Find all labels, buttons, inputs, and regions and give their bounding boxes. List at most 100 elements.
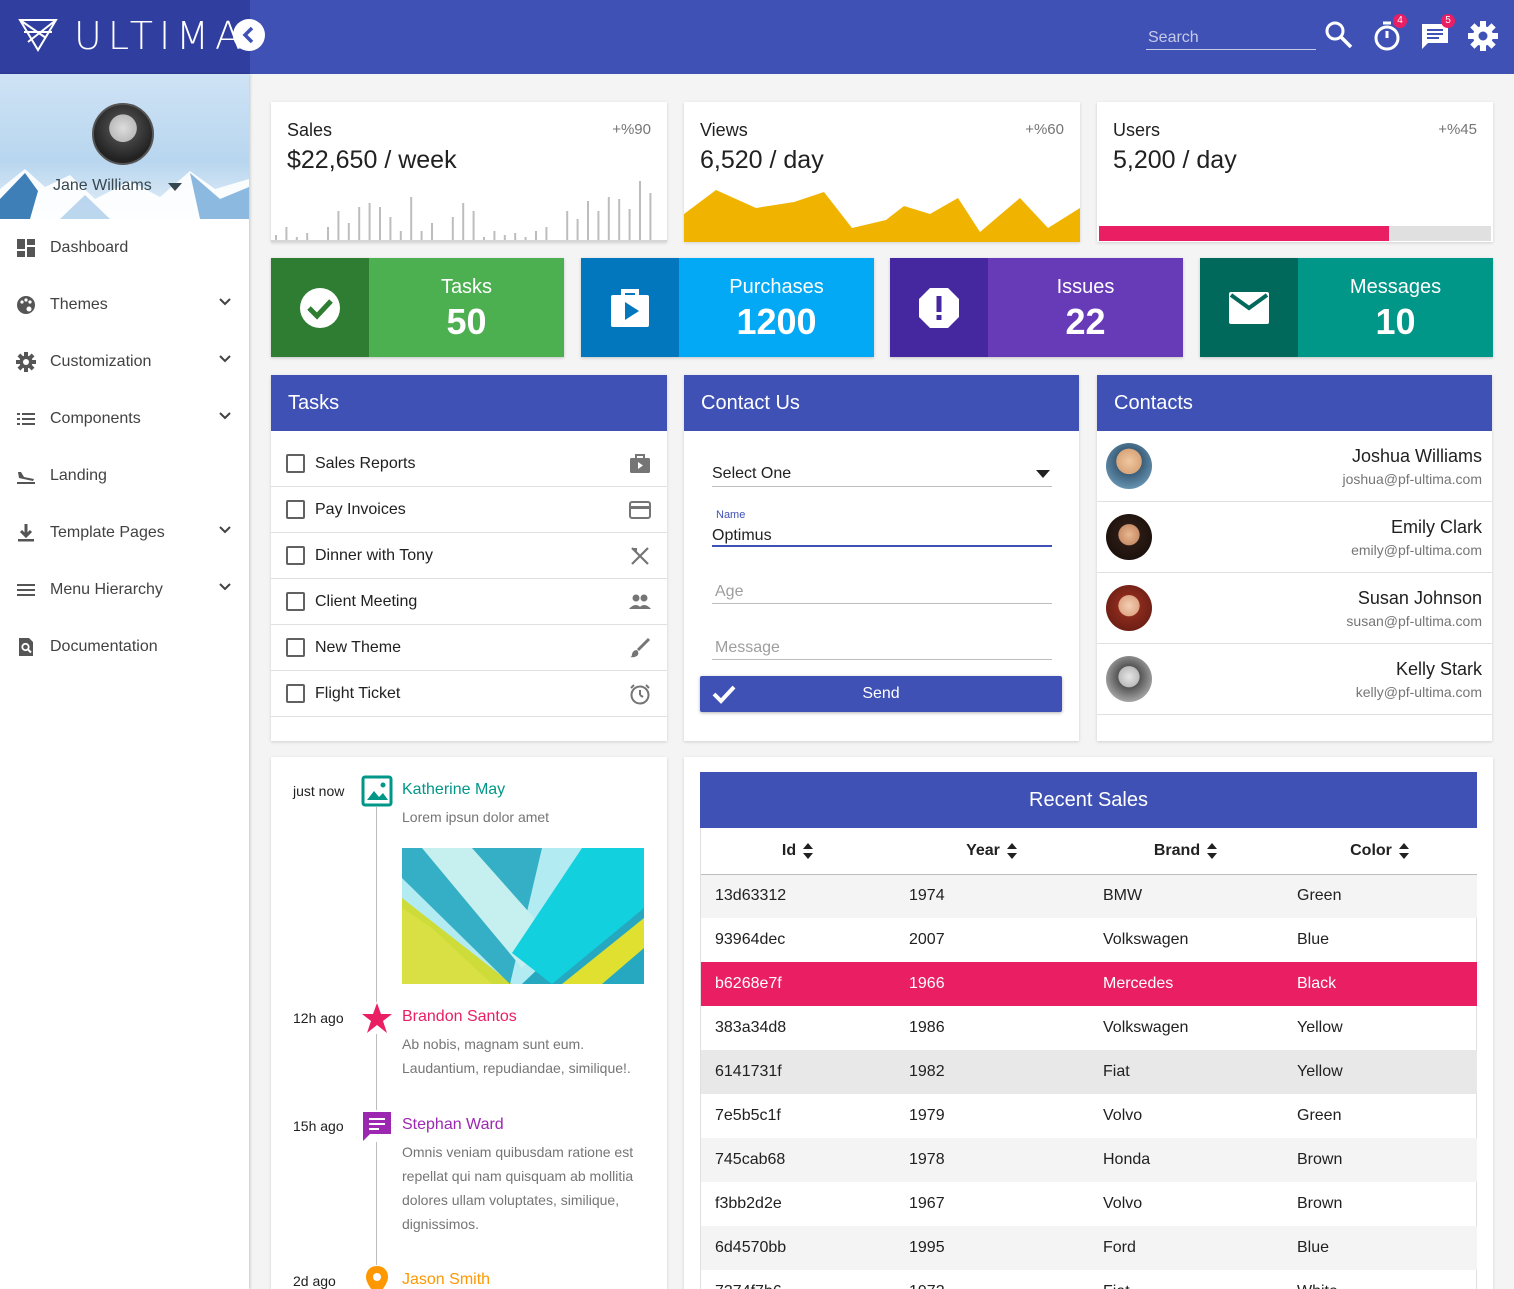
users-value: 5,200 / day (1113, 146, 1237, 174)
table-cell-year: 1982 (895, 1050, 1089, 1094)
task-item: Client Meeting (271, 579, 667, 625)
table-row[interactable]: f3bb2d2e 1967 Volvo Brown (701, 1182, 1477, 1226)
avatar[interactable] (92, 103, 154, 165)
contact-item[interactable]: Emily Clark emily@pf-ultima.com (1097, 502, 1492, 573)
search-input[interactable] (1146, 26, 1316, 49)
people-icon-glyph (629, 594, 651, 609)
table-cell-brand: Volvo (1103, 1107, 1143, 1124)
sales-spark-bar (399, 231, 402, 241)
task-checkbox[interactable] (286, 638, 305, 657)
contact-item[interactable]: Joshua Williams joshua@pf-ultima.com (1097, 431, 1492, 502)
timeline-name[interactable]: Jason Smith (402, 1271, 490, 1289)
table-row[interactable]: 7374f7b61972FiatWhite (701, 1270, 1477, 1289)
sidebar-item-themes[interactable]: Themes (0, 276, 249, 333)
contact-name: Joshua Williams (1351, 446, 1482, 466)
chevron-down-icon (219, 298, 231, 306)
sidebar-item-landing[interactable]: Landing (0, 447, 249, 504)
message-field[interactable]: Message (712, 636, 1052, 660)
timer-button[interactable]: 4 (1371, 14, 1407, 54)
clock-icon-glyph (630, 684, 650, 705)
chevron-left-icon (242, 26, 254, 44)
timeline-line (376, 787, 377, 1289)
gear-icon (1468, 21, 1498, 51)
sidebar-item-documentation[interactable]: Documentation (0, 618, 249, 675)
search-icon (1325, 21, 1353, 49)
views-area-chart (684, 190, 1080, 242)
list-icon-glyph (17, 412, 35, 425)
sales-spark-bar (327, 227, 329, 241)
timeline-name[interactable]: Brandon Santos (402, 1008, 517, 1026)
avatar (1106, 656, 1152, 702)
table-row[interactable]: 6141731f 1982 Fiat Yellow (701, 1050, 1477, 1094)
tasks-panel-title: Tasks (271, 375, 667, 431)
column-header-label: Id (781, 841, 797, 859)
name-field[interactable]: Name Optimus (712, 507, 1052, 547)
table-row[interactable]: 13d63312 1974 BMW Green (701, 874, 1477, 918)
task-checkbox[interactable] (286, 592, 305, 611)
sidebar-item-customization[interactable]: Customization (0, 333, 249, 390)
sales-spark-bar (618, 199, 621, 241)
location-icon (361, 1265, 393, 1289)
timeline-name[interactable]: Katherine May (402, 781, 505, 799)
tile-tasks[interactable]: Tasks 50 (271, 258, 564, 357)
sidebar-item-dashboard[interactable]: Dashboard (0, 219, 249, 276)
contact-email: joshua@pf-ultima.com (1342, 471, 1483, 487)
send-button[interactable]: Send (700, 676, 1062, 712)
column-header-brand[interactable]: Brand (1089, 828, 1283, 875)
sidebar-item-menu-hierarchy[interactable]: Menu Hierarchy (0, 561, 249, 618)
sales-spark-bar (368, 203, 371, 241)
logo-icon (18, 19, 58, 52)
table-row[interactable]: 7e5b5c1f 1979 Volvo Green (701, 1094, 1477, 1138)
timeline-panel: just now Katherine May Lorem ipsun dolor a… (271, 757, 667, 1289)
column-header-id[interactable]: Id (701, 828, 895, 875)
top-bar: ULTIMA 4 5 (0, 0, 1514, 74)
table-cell-color: Brown (1297, 1195, 1343, 1212)
contact-form-panel: Contact Us Select One Name Optimus Age M… (684, 375, 1079, 741)
task-checkbox[interactable] (286, 500, 305, 519)
table-cell-id: 383a34d8 (715, 1019, 787, 1036)
contact-item[interactable]: Kelly Stark kelly@pf-ultima.com (1097, 644, 1492, 715)
table-row[interactable]: b6268e7f 1966 Mercedes Black (701, 962, 1477, 1006)
timeline-image (402, 848, 644, 984)
timeline-name[interactable]: Stephan Ward (402, 1116, 504, 1134)
tile-messages[interactable]: Messages 10 (1200, 258, 1493, 357)
table-row[interactable]: 93964dec 2007 Volkswagen Blue (701, 918, 1477, 962)
messages-button[interactable]: 5 (1419, 14, 1455, 54)
sidebar-item-template-pages[interactable]: Template Pages (0, 504, 249, 561)
clock-icon (629, 683, 651, 705)
sales-spark-bar (462, 203, 465, 241)
star-icon-glyph (362, 1003, 392, 1033)
table-row[interactable]: 383a34d8 1986 Volkswagen Yellow (701, 1006, 1477, 1050)
sidebar-toggle-button[interactable] (233, 19, 265, 51)
tile-purchases[interactable]: Purchases 1200 (581, 258, 874, 357)
subject-select[interactable]: Select One (712, 461, 1052, 487)
sidebar-item-components[interactable]: Components (0, 390, 249, 447)
sales-spark-bar (337, 211, 340, 241)
task-checkbox[interactable] (286, 454, 305, 473)
contact-item[interactable]: Susan Johnson susan@pf-ultima.com (1097, 573, 1492, 644)
sales-sparkline (271, 181, 667, 242)
tile-issues[interactable]: Issues 22 (890, 258, 1183, 357)
sales-spark-baseline (271, 240, 667, 242)
sales-spark-bar (431, 223, 433, 241)
table-row[interactable]: 745cab68 1978 Honda Brown (701, 1138, 1477, 1182)
task-item: Pay Invoices (271, 487, 667, 533)
caret-down-icon[interactable] (168, 183, 182, 191)
task-checkbox[interactable] (286, 684, 305, 703)
age-field[interactable]: Age (712, 580, 1052, 604)
table-cell-color: Blue (1297, 931, 1330, 948)
table-row[interactable]: 6d4570bb 1995 Ford Blue (701, 1226, 1477, 1270)
task-item: Sales Reports (271, 441, 667, 487)
column-header-color[interactable]: Color (1283, 828, 1477, 875)
sales-spark-bar (306, 233, 309, 241)
tile-icon-box (1200, 258, 1298, 357)
timer-badge: 4 (1393, 14, 1407, 28)
task-checkbox[interactable] (286, 546, 305, 565)
settings-button[interactable] (1467, 20, 1499, 54)
table-cell-year: 1978 (895, 1138, 1089, 1182)
users-progress-fill (1099, 226, 1390, 241)
profile-name[interactable]: Jane Williams (53, 177, 152, 195)
column-header-year[interactable]: Year (895, 828, 1089, 875)
search-button[interactable] (1324, 20, 1356, 54)
sort-icon (803, 842, 814, 859)
